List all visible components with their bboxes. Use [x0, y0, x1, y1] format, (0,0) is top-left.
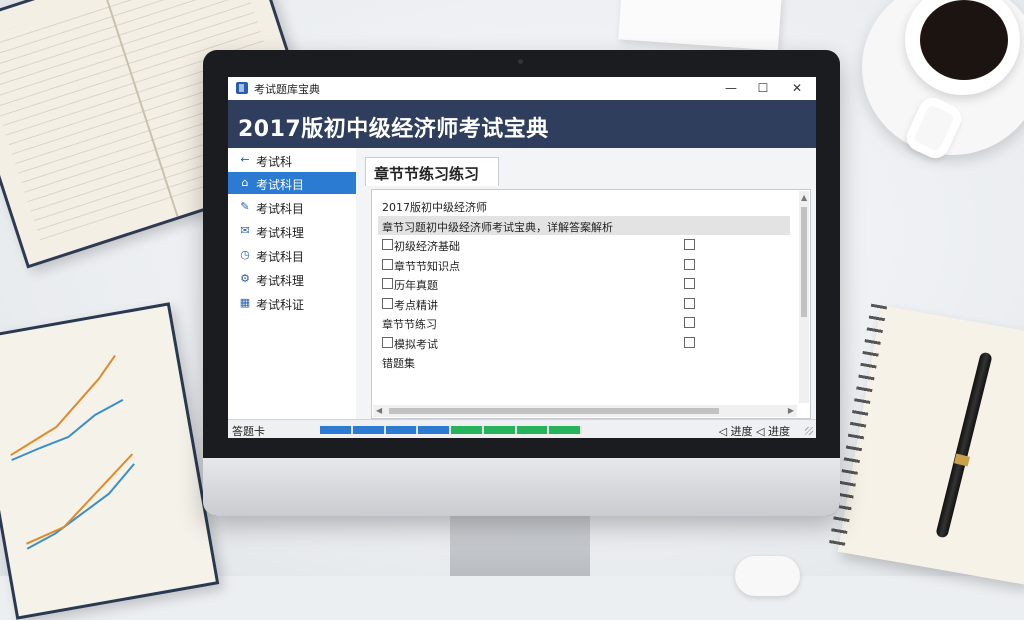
- app-banner: 2017版初中级经济师考试宝典: [228, 100, 816, 148]
- row-right-checkbox[interactable]: [684, 336, 695, 348]
- progress-segment: [549, 426, 580, 434]
- scroll-up-icon[interactable]: ▲: [801, 193, 807, 202]
- close-button[interactable]: ✕: [782, 79, 812, 98]
- sidebar-item-edit[interactable]: ✎ 考试科目: [228, 196, 356, 218]
- row-checkbox[interactable]: [382, 336, 393, 348]
- row-checkbox[interactable]: [382, 297, 393, 309]
- list-item-text: 初级经济基础: [394, 240, 460, 253]
- list-item[interactable]: 章节节练习: [378, 313, 790, 332]
- sidebar-item-label: 考试科目: [256, 178, 305, 192]
- progress-segment: [352, 426, 384, 434]
- row-checkbox[interactable]: [382, 239, 393, 250]
- sidebar-item-home[interactable]: ⌂ 考试科目: [228, 172, 356, 194]
- scroll-right-icon[interactable]: ▶: [788, 406, 794, 415]
- progress-segment: [451, 426, 482, 434]
- notebook-sketch-chart: [10, 354, 135, 550]
- row-right-checkbox[interactable]: [684, 258, 695, 270]
- horizontal-scroll-thumb[interactable]: [389, 408, 719, 414]
- list-item[interactable]: 2017版初中级经济师: [378, 196, 790, 215]
- webcam: [518, 59, 523, 64]
- list-item-text: 章节习题初中级经济师考试宝典，详解答案解析: [382, 220, 613, 234]
- sidebar-item-calendar[interactable]: ▦ 考试科证: [228, 292, 356, 314]
- row-checkbox[interactable]: [382, 258, 393, 270]
- list-item-text: 章节节练习: [382, 318, 437, 331]
- status-bar: 答题卡 ◁ 进度 ◁ 进度: [228, 419, 816, 438]
- vertical-scrollbar[interactable]: ▲: [799, 191, 809, 403]
- calendar-icon: ▦: [239, 296, 251, 309]
- progress-bar: [320, 426, 582, 434]
- sidebar-item-settings[interactable]: ⚙ 考试科理: [228, 268, 356, 290]
- home-icon: ⌂: [241, 176, 249, 189]
- settings-icon: ⚙: [240, 272, 250, 285]
- sidebar-item-back[interactable]: ← 考试科: [228, 149, 356, 171]
- sidebar-item-label: 考试科目: [256, 250, 305, 264]
- row-right-checkbox[interactable]: [684, 317, 695, 328]
- list-item-text: 考点精讲: [394, 298, 438, 312]
- progress-segment: [483, 426, 515, 434]
- edit-icon: ✎: [240, 200, 250, 213]
- coffee: [920, 0, 1008, 80]
- vertical-scroll-thumb[interactable]: [801, 207, 807, 317]
- tab-label: 章节节练习练习: [374, 165, 480, 183]
- progress-segment: [418, 426, 449, 434]
- list-item-text: 2017版初中级经济师: [382, 201, 487, 214]
- progress-segment: [385, 426, 417, 434]
- mail-icon: ✉: [240, 224, 250, 237]
- list-item[interactable]: 考点精讲: [378, 294, 790, 313]
- progress-label[interactable]: ◁ 进度 ◁ 进度: [719, 423, 790, 438]
- app-book-icon: [236, 82, 248, 94]
- sidebar-item-label: 考试科目: [256, 202, 305, 216]
- scroll-left-icon[interactable]: ◀: [376, 406, 382, 415]
- sidebar-item-label: 考试科理: [256, 226, 305, 240]
- sidebar-item-label: 考试科理: [256, 274, 305, 288]
- list-item[interactable]: 模拟考试: [378, 333, 790, 352]
- computer-mouse: [735, 556, 800, 596]
- row-right-checkbox[interactable]: [684, 278, 695, 289]
- banner-title: 2017版初中级经济师考试宝典: [238, 117, 549, 142]
- monitor-chin: [203, 458, 840, 516]
- list-item-text: 历年真题: [394, 279, 438, 292]
- list-item[interactable]: 章节节知识点: [378, 255, 790, 274]
- sidebar-item-label: 考试科证: [256, 298, 305, 312]
- list-item[interactable]: 历年真题: [378, 274, 790, 293]
- window-title: 考试题库宝典: [254, 83, 320, 96]
- horizontal-scrollbar[interactable]: ◀ ▶: [373, 405, 797, 417]
- sidebar-item-mail[interactable]: ✉ 考试科理: [228, 220, 356, 242]
- row-checkbox[interactable]: [382, 278, 393, 289]
- back-arrow-icon: ←: [240, 153, 250, 166]
- maximize-button[interactable]: ☐: [748, 79, 778, 98]
- sidebar-item-clock[interactable]: ◷ 考试科目: [228, 244, 356, 266]
- monitor-stand: [450, 516, 590, 576]
- title-bar[interactable]: 考试题库宝典 — ☐ ✕: [228, 77, 816, 100]
- resize-grip-icon[interactable]: [805, 427, 813, 435]
- app-window: 考试题库宝典 — ☐ ✕ 2017版初中级经济师考试宝典 ← 考试科 ⌂ 考试科…: [228, 77, 816, 438]
- sidebar: ← 考试科 ⌂ 考试科目 ✎ 考试科目 ✉ 考试科理 ◷ 考试科目 ⚙ 考试科理…: [228, 148, 356, 419]
- answer-card-label[interactable]: 答题卡: [232, 423, 265, 438]
- clock-icon: ◷: [240, 248, 250, 261]
- list-item[interactable]: 初级经济基础: [378, 235, 790, 254]
- progress-segment: [320, 426, 351, 434]
- spiral-notepad: [837, 305, 1024, 585]
- list-item[interactable]: 章节习题初中级经济师考试宝典，详解答案解析: [378, 215, 790, 235]
- sidebar-item-label: 考试科: [256, 155, 293, 169]
- question-list-panel: 2017版初中级经济师 章节习题初中级经济师考试宝典，详解答案解析 初级经济基础 章节…: [371, 189, 811, 419]
- row-right-checkbox[interactable]: [684, 239, 695, 250]
- list-item-text: 章节节知识点: [394, 259, 460, 273]
- list-item[interactable]: 错题集: [378, 352, 790, 371]
- list-item-text: 错题集: [382, 357, 415, 370]
- tab-chapter-practice[interactable]: 章节节练习练习: [365, 157, 499, 186]
- row-right-checkbox[interactable]: [684, 297, 695, 309]
- list-item-text: 模拟考试: [394, 337, 438, 351]
- minimize-button[interactable]: —: [716, 79, 746, 98]
- progress-segment: [516, 426, 548, 434]
